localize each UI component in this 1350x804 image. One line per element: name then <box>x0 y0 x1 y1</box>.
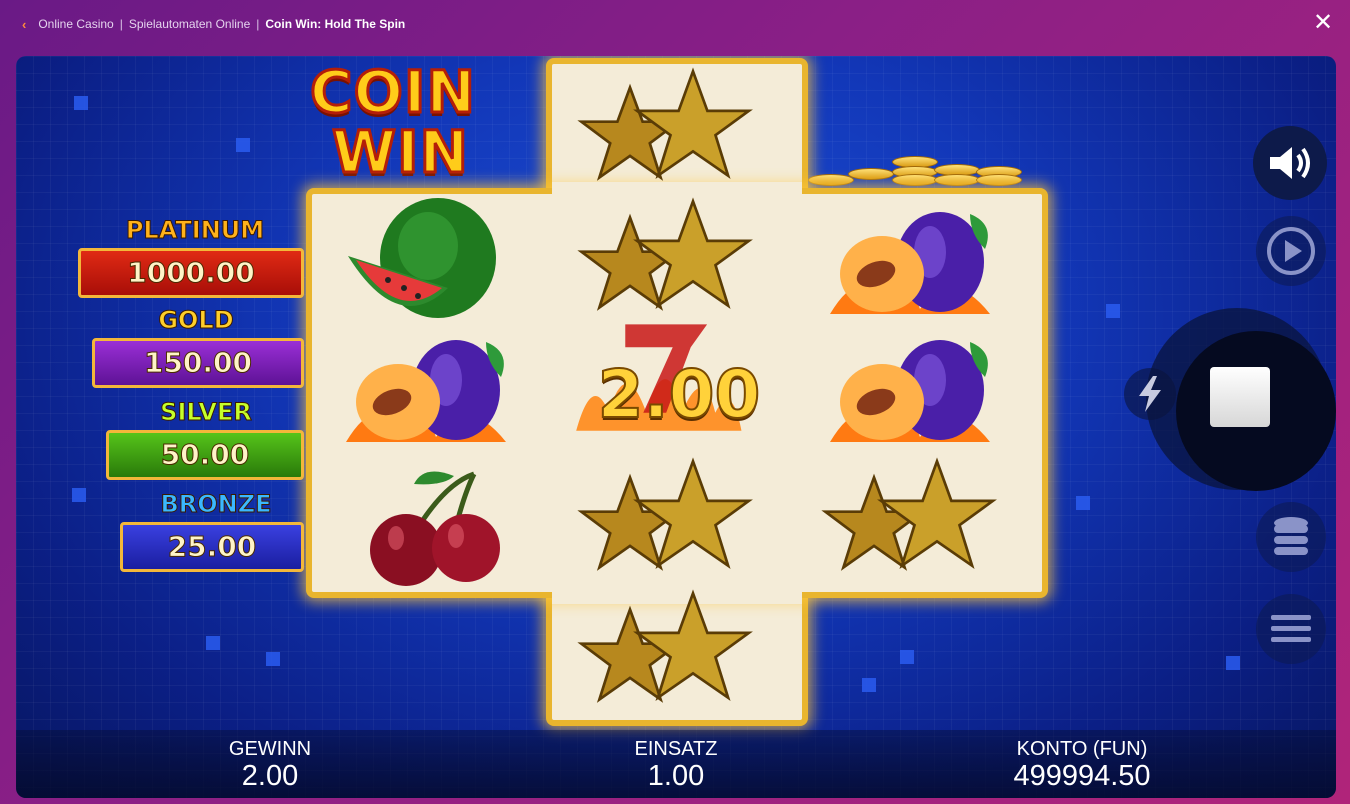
burning-plum-symbol <box>830 340 990 442</box>
balance-display: KONTO (FUN) 499994.50 <box>952 738 1212 792</box>
coin-prize-value: 2.00 <box>597 355 762 434</box>
bet-settings-button[interactable] <box>1256 502 1326 572</box>
balance-value: 499994.50 <box>1013 760 1151 792</box>
stop-icon[interactable] <box>1210 367 1270 427</box>
background-pixel <box>862 678 876 692</box>
background-pixel <box>266 652 280 666</box>
sound-toggle-button[interactable] <box>1253 126 1327 200</box>
menu-button[interactable] <box>1256 594 1326 664</box>
balance-label: KONTO (FUN) <box>1016 738 1148 760</box>
jackpot-silver-label: SILVER <box>160 398 253 427</box>
breadcrumb-separator: | <box>119 17 123 31</box>
double-star-symbol <box>577 67 753 181</box>
autoplay-button[interactable] <box>1256 216 1326 286</box>
background-pixel <box>1106 304 1120 318</box>
double-star-symbol <box>577 589 753 703</box>
jackpot-bronze-label: BRONZE <box>160 490 272 519</box>
breadcrumb: ‹ Online Casino | Spielautomaten Online … <box>0 0 1350 48</box>
jackpot-platinum-label: PLATINUM <box>125 216 265 245</box>
status-bar: GEWINN 2.00 EINSATZ 1.00 KONTO (FUN) 499… <box>16 730 1336 798</box>
bet-value: 1.00 <box>647 760 705 792</box>
chevron-left-icon[interactable]: ‹ <box>22 17 26 32</box>
background-pixel <box>72 488 86 502</box>
turbo-button[interactable] <box>1124 368 1176 420</box>
jackpot-platinum-value: 1000.00 <box>78 248 304 298</box>
breadcrumb-spielautomaten[interactable]: Spielautomaten Online <box>129 17 250 31</box>
autoplay-icon <box>1267 227 1315 275</box>
bet-display[interactable]: EINSATZ 1.00 <box>546 738 806 792</box>
breadcrumb-online-casino[interactable]: Online Casino <box>38 17 113 31</box>
jackpot-gold-label: GOLD <box>158 306 234 335</box>
jackpot-bronze-value: 25.00 <box>120 522 304 572</box>
hamburger-menu-icon <box>1271 615 1311 642</box>
lightning-icon <box>1139 376 1161 412</box>
breadcrumb-separator: | <box>256 17 260 31</box>
double-star-symbol <box>577 197 753 311</box>
watermelon-symbol <box>348 198 496 318</box>
breadcrumb-current-game: Coin Win: Hold The Spin <box>265 17 406 31</box>
double-star-symbol <box>577 457 753 571</box>
game-canvas: COIN WIN 2.00 PLATINUM 1000.00 GOLD 150.… <box>16 56 1336 798</box>
logo-line-win: WIN <box>330 117 470 188</box>
win-display: GEWINN 2.00 <box>140 738 400 792</box>
speaker-icon <box>1270 147 1310 179</box>
background-pixel <box>1076 496 1090 510</box>
background-pixel <box>74 96 88 110</box>
burning-plum-symbol <box>346 340 506 442</box>
background-pixel <box>206 636 220 650</box>
bet-label: EINSATZ <box>634 738 718 760</box>
background-pixel <box>236 138 250 152</box>
background-pixel <box>900 650 914 664</box>
jackpot-silver-value: 50.00 <box>106 430 304 480</box>
double-star-symbol <box>821 457 997 571</box>
coin-pile-decoration <box>808 154 1030 188</box>
jackpot-gold-value: 150.00 <box>92 338 304 388</box>
cherry-symbol <box>370 471 500 586</box>
logo-line-coin: COIN <box>309 57 477 128</box>
close-icon[interactable]: ✕ <box>1310 10 1336 36</box>
coin-stack-icon <box>1274 517 1308 555</box>
win-label: GEWINN <box>228 738 312 760</box>
background-pixel <box>1226 656 1240 670</box>
burning-plum-symbol <box>830 212 990 314</box>
win-value: 2.00 <box>241 760 299 792</box>
game-logo: COIN WIN <box>306 57 516 188</box>
